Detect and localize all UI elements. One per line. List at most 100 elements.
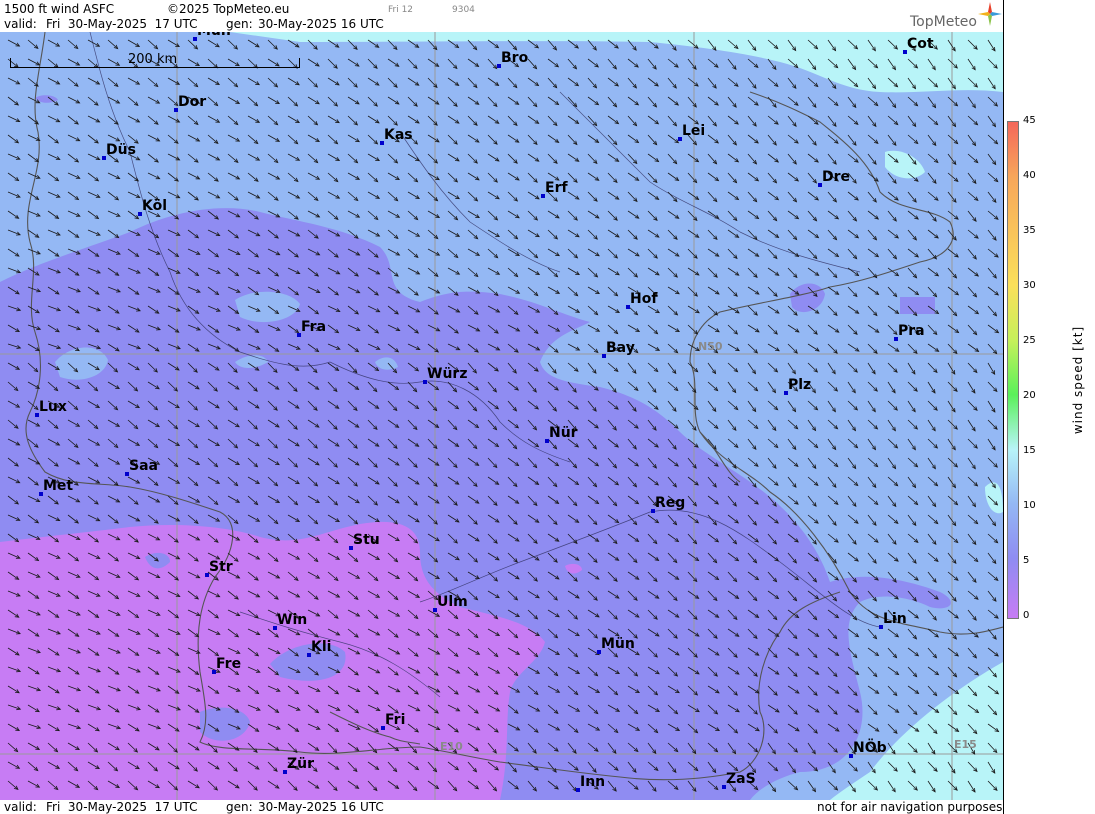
wind-arrow [767,267,780,276]
wind-arrow [787,362,796,375]
wind-arrow [967,381,976,394]
wind-arrow [947,419,958,430]
wind-arrow [807,77,819,88]
wind-arrow [527,286,539,297]
wind-arrow [887,229,900,239]
wind-arrow [467,153,478,164]
wind-arrow [947,210,959,220]
wind-arrow [827,571,840,581]
wind-arrow [807,267,820,276]
wind-arrow [187,153,199,163]
wind-arrow [247,39,260,48]
wind-arrow [667,77,677,89]
wind-arrow [227,153,239,163]
wind-arrow [967,286,978,298]
valid-value: Fri 30-May-2025 17 UTC [46,17,198,31]
wind-arrow [147,77,159,88]
wind-arrow [627,172,640,181]
wind-arrow [747,324,760,333]
wind-arrow [907,134,919,145]
wind-arrow [967,533,977,546]
wind-arrow [87,134,99,144]
wind-arrow [947,685,960,695]
wind-arrow [687,191,700,201]
wind-arrow [787,153,797,165]
wind-arrow [207,115,221,123]
wind-arrow [827,248,840,258]
wind-arrow [907,115,917,128]
wind-arrow [787,191,798,203]
city-label-win: Win [277,612,308,628]
wind-arrow [907,343,918,355]
wind-arrow [527,191,540,200]
wind-arrow [747,96,759,106]
wind-arrow [887,115,899,126]
wind-arrow [987,115,997,128]
wind-arrow [267,134,281,142]
wind-arrow [967,495,977,508]
wind-arrow [907,438,916,451]
wind-arrow [327,58,338,69]
wind-arrow [387,77,398,88]
wind-arrow [87,115,101,123]
wind-arrow [667,172,680,182]
wind-arrow [867,628,878,640]
wind-arrow [587,191,598,202]
wind-arrow [627,58,639,68]
wind-arrow [647,229,660,238]
wind-arrow [107,191,120,201]
wind-arrow [987,514,997,527]
wind-arrow [807,210,818,222]
wind-arrow [847,96,857,109]
wind-arrow [867,210,880,220]
wind-arrow [487,248,499,259]
small-time: Fri 12 [388,5,414,15]
wind-arrow [747,210,760,220]
wind-arrow [827,400,836,413]
city-label-lei: Lei [682,123,706,139]
wind-arrow [947,362,956,375]
wind-arrow [827,210,840,220]
wind-arrow [767,153,780,163]
wind-arrow [47,153,61,160]
wind-arrow [967,134,977,147]
wind-arrow [807,514,819,524]
wind-arrow [567,191,580,200]
wind-arrow [747,286,760,295]
wind-arrow [467,248,481,256]
wind-arrow [687,324,699,335]
wind-map[interactable]: 200 km N50 E10 E15 Mün Bro Cot Dor Kas Lei Düs… [0,32,1003,800]
wind-arrow [827,96,839,107]
wind-arrow [347,191,359,202]
wind-arrow [207,39,220,48]
wind-arrow [307,58,320,67]
wind-arrow [407,286,419,296]
wind-arrow [767,381,777,394]
wind-arrow [907,248,920,258]
wind-arrow [367,115,380,124]
city-label-dus: Düs [106,142,136,158]
wind-arrow [687,210,698,222]
wind-arrow [707,229,718,241]
wind-arrow [827,343,838,354]
wind-arrow [707,419,719,429]
wind-arrow [667,267,678,278]
wind-arrow [687,153,700,163]
wind-arrow [167,96,179,107]
wind-arrow [447,153,460,162]
wind-arrow [887,324,898,336]
wind-arrow [107,210,121,217]
wind-arrow [227,134,241,142]
legend-tick-label: 30 [1023,280,1036,291]
wind-arrow [527,267,541,275]
wind-arrow [447,134,458,145]
small-code: 9304 [452,5,475,15]
wind-arrow [607,229,620,238]
wind-arrow [847,476,859,487]
wind-arrow [247,191,261,199]
speed-zone-5-10 [790,283,825,313]
wind-arrow [207,77,220,85]
wind-arrow [147,115,159,125]
wind-arrow [747,191,758,203]
wind-arrow [847,400,859,411]
